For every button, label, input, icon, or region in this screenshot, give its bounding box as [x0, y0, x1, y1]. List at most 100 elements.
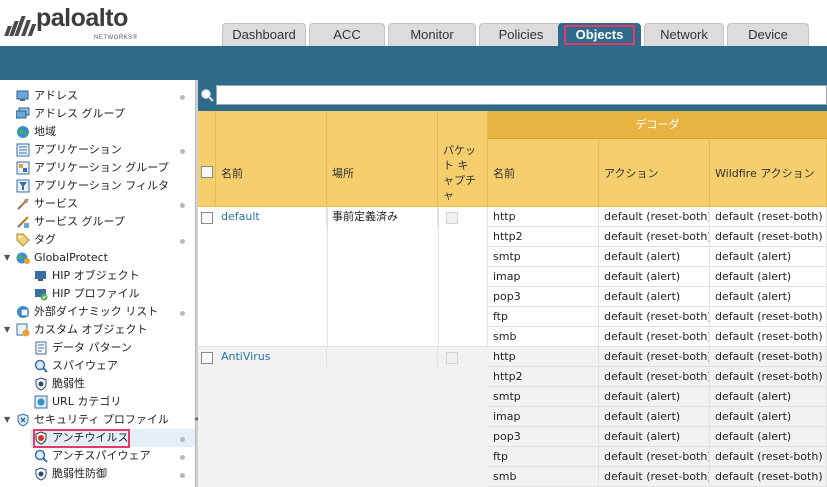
decoder-name: imap: [488, 407, 599, 427]
header-wildfire-action[interactable]: Wildfire アクション: [710, 139, 827, 207]
decoder-wildfire-action: default (alert): [710, 287, 827, 307]
tab-objects[interactable]: Objects: [558, 23, 641, 46]
decoder-name: http: [488, 347, 599, 367]
decoder-name: http2: [488, 227, 599, 247]
search-icon[interactable]: [200, 88, 214, 102]
tag-icon: [16, 233, 30, 247]
drag-handle-dot: [180, 149, 185, 154]
main-panel: 名前 場所 パケット キャプチャ デコーダ 名前 アクション Wildfire …: [198, 80, 827, 487]
drag-handle-dot: [180, 311, 185, 316]
spyware-icon: [34, 359, 48, 373]
decoder-wildfire-action: default (alert): [710, 407, 827, 427]
profile-name-link[interactable]: default: [216, 207, 327, 227]
drag-handle-dot: [180, 473, 185, 478]
sidebar-tree: アドレス アドレス グループ 地域 アプリケーション アプリケーション グループ…: [0, 80, 196, 487]
decoder-wildfire-action: default (alert): [710, 247, 827, 267]
tab-acc[interactable]: ACC: [309, 23, 385, 46]
packet-capture-checkbox: [446, 212, 458, 224]
decoder-action: default (reset-both): [599, 347, 710, 367]
decoder-name: smb: [488, 327, 599, 347]
antivirus-profile-table: 名前 場所 パケット キャプチャ デコーダ 名前 アクション Wildfire …: [198, 111, 827, 487]
drag-handle-dot: [180, 437, 185, 442]
drag-handle-dot: [180, 455, 185, 460]
decoder-wildfire-action: default (reset-both): [710, 467, 827, 487]
application-icon: [16, 143, 30, 157]
collapse-triangle-icon[interactable]: ▼: [4, 411, 10, 429]
app-window: paloalto NETWORKS® Dashboard ACC Monitor…: [0, 0, 827, 487]
globalprotect-icon: [16, 252, 30, 264]
collapse-triangle-icon[interactable]: ▼: [4, 249, 10, 267]
decoder-wildfire-action: default (alert): [710, 387, 827, 407]
decoder-action: default (reset-both): [599, 207, 710, 227]
table-row[interactable]: [198, 347, 488, 487]
decoder-wildfire-action: default (reset-both): [710, 347, 827, 367]
application-filter-icon: [16, 179, 30, 193]
top-header: paloalto NETWORKS® Dashboard ACC Monitor…: [0, 0, 827, 46]
decoder-wildfire-action: default (reset-both): [710, 307, 827, 327]
filter-bar: [198, 80, 827, 111]
drag-handle-dot: [180, 95, 185, 100]
service-icon: [17, 198, 29, 210]
decoder-wildfire-action: default (reset-both): [710, 227, 827, 247]
search-input[interactable]: [216, 85, 827, 105]
external-list-icon: [17, 306, 29, 318]
drag-handle-dot: [180, 239, 185, 244]
decoder-name: http2: [488, 367, 599, 387]
tab-monitor[interactable]: Monitor: [388, 23, 476, 46]
profile-name-link[interactable]: AntiVirus: [216, 347, 327, 367]
header-decoder-name[interactable]: 名前: [488, 139, 599, 207]
profile-location: 事前定義済み: [327, 207, 438, 227]
decoder-name: http: [488, 207, 599, 227]
tab-device[interactable]: Device: [727, 23, 809, 46]
security-profile-icon: [17, 413, 29, 427]
decoder-action: default (alert): [599, 287, 710, 307]
decoder-name: pop3: [488, 287, 599, 307]
decoder-name: ftp: [488, 307, 599, 327]
row-checkbox[interactable]: [201, 212, 213, 224]
application-group-icon: [16, 161, 30, 175]
decoder-action: default (alert): [599, 267, 710, 287]
vulnerability-protection-icon: [35, 467, 47, 481]
globe-icon: [17, 126, 29, 138]
decoder-action: default (reset-both): [599, 327, 710, 347]
decoder-action: default (reset-both): [599, 307, 710, 327]
hip-profile-icon: [35, 289, 48, 301]
decoder-wildfire-action: default (alert): [710, 267, 827, 287]
header-action[interactable]: アクション: [599, 139, 710, 207]
row-checkbox[interactable]: [201, 352, 213, 364]
collapse-triangle-icon[interactable]: ▼: [4, 321, 10, 339]
select-all-checkbox[interactable]: [201, 166, 213, 178]
logo-wordmark: paloalto: [36, 4, 128, 32]
header-name[interactable]: 名前: [216, 111, 327, 207]
decoder-name: pop3: [488, 427, 599, 447]
decoder-wildfire-action: default (reset-both): [710, 447, 827, 467]
header-location[interactable]: 場所: [327, 111, 438, 207]
url-category-icon: [34, 395, 48, 409]
tab-network[interactable]: Network: [644, 23, 724, 46]
decoder-name: imap: [488, 267, 599, 287]
decoder-action: default (reset-both): [599, 227, 710, 247]
header-packet-capture[interactable]: パケット キャプチャ: [438, 111, 488, 207]
tab-dashboard[interactable]: Dashboard: [222, 23, 306, 46]
decoder-name: smb: [488, 467, 599, 487]
blue-banner: [0, 46, 827, 80]
decoder-name: ftp: [488, 447, 599, 467]
decoder-name: smtp: [488, 387, 599, 407]
anti-spyware-icon: [34, 449, 48, 463]
decoder-action: default (reset-both): [599, 367, 710, 387]
decoder-action: default (reset-both): [599, 447, 710, 467]
decoder-action: default (alert): [599, 407, 710, 427]
data-pattern-icon: [35, 341, 47, 355]
decoder-action: default (alert): [599, 247, 710, 267]
tab-policies[interactable]: Policies: [479, 23, 563, 46]
drag-handle-dot: [180, 203, 185, 208]
packet-capture-checkbox: [446, 352, 458, 364]
hip-object-icon: [35, 271, 46, 281]
custom-object-icon: [16, 323, 30, 337]
logo-subtext: NETWORKS®: [94, 35, 138, 41]
decoder-wildfire-action: default (reset-both): [710, 207, 827, 227]
address-icon: [16, 90, 29, 101]
decoder-action: default (alert): [599, 387, 710, 407]
header-select-cell: [198, 111, 216, 207]
column-divider: [327, 207, 328, 347]
